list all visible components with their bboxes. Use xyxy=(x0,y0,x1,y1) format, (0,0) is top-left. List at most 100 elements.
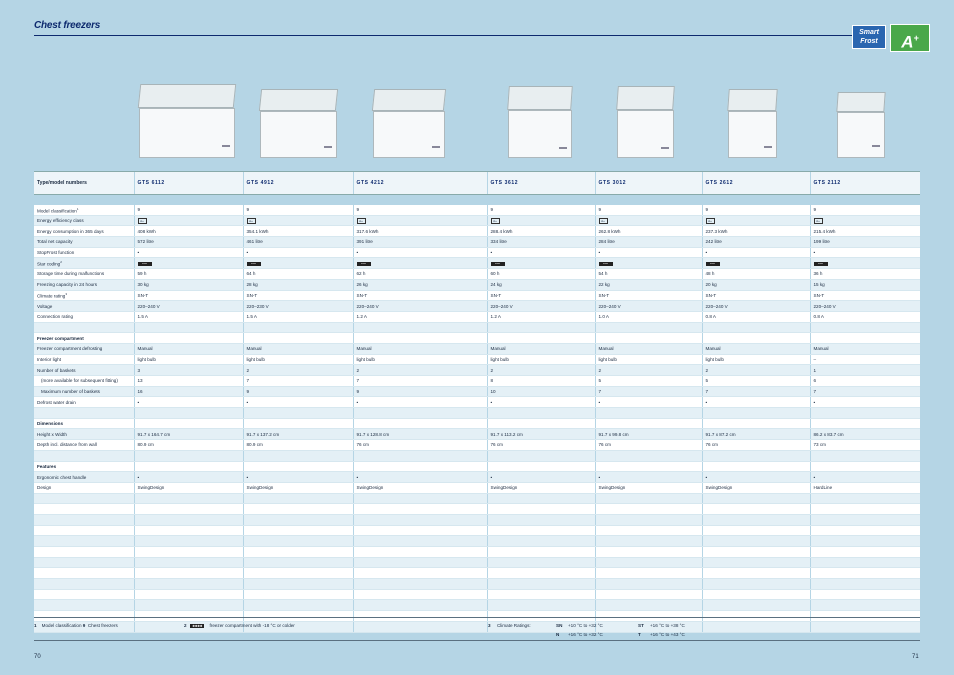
energy-class-icon: A+ xyxy=(705,217,715,224)
footer-rule-top xyxy=(34,617,920,618)
row-label-text: Climate rating xyxy=(37,293,66,299)
climate-code: T xyxy=(638,632,641,637)
cell-text: 7 xyxy=(598,389,602,395)
cell-value: 0.8 A xyxy=(701,311,810,323)
cell-text: 91.7 x 128.8 cm xyxy=(356,431,390,437)
cell-value: 461 litre xyxy=(242,236,353,248)
footnote-1-number: 1 xyxy=(34,623,37,628)
cell-value: 76 cm xyxy=(352,439,487,451)
cell-value: **** xyxy=(809,257,920,270)
row-label xyxy=(34,407,134,419)
title-rule xyxy=(34,35,860,36)
cell-value: 1.2 A xyxy=(486,311,595,323)
cell-value: SN-T xyxy=(352,290,487,302)
cell-text: 76 cm xyxy=(705,442,719,448)
cell-value: 26 kg xyxy=(352,279,487,291)
row-label: Maximum number of baskets xyxy=(34,386,134,398)
cell-text: • xyxy=(813,474,816,480)
table-row: Maximum number of baskets 16 9 9 10 7 7 7 xyxy=(34,386,920,398)
energy-class-icon: A+ xyxy=(598,217,608,224)
cell-text: SN-T xyxy=(490,292,502,298)
cell-value xyxy=(352,461,487,473)
cell-value: 2 xyxy=(701,364,810,376)
cell-value: 60 h xyxy=(486,268,595,280)
cell-value: 6 xyxy=(809,375,920,387)
cell-value: 30 kg xyxy=(133,279,243,291)
cell-value: 76 cm xyxy=(594,439,702,451)
table-row: Height x Width 91.7 x 164.7 cm 91.7 x 137.… xyxy=(34,428,920,441)
cell-value xyxy=(594,407,702,419)
table-row xyxy=(34,407,920,419)
row-label: Connection rating xyxy=(34,311,134,323)
cell-value: 5 xyxy=(701,375,810,387)
cell-value: • xyxy=(486,396,595,409)
cell-value: SwingDesign xyxy=(486,482,595,494)
row-label-text: Storage time during malfunctions xyxy=(37,271,105,277)
cell-value: 16 xyxy=(133,386,243,398)
cell-text: SwingDesign xyxy=(137,485,165,491)
cell-text: 54 h xyxy=(598,271,608,277)
cell-value: 2 xyxy=(352,364,487,376)
cell-text: • xyxy=(356,474,359,480)
cell-value xyxy=(486,450,595,462)
cell-value: 2 xyxy=(594,364,702,376)
cell-value xyxy=(133,461,243,473)
cell-text: 20 kg xyxy=(705,282,717,288)
row-label: Voltage xyxy=(34,300,134,312)
cell-value xyxy=(701,418,810,430)
climate-range: +10 °C to +32 °C xyxy=(568,623,603,628)
cell-value: 9 xyxy=(486,205,595,216)
row-label-text: Maximum number of baskets xyxy=(41,389,100,395)
smartfrost-logo-line2: Frost xyxy=(860,38,878,45)
empty-row xyxy=(34,493,920,505)
row-label-text: Energy efficiency class xyxy=(37,218,84,224)
climate-code: SN xyxy=(556,623,563,628)
row-label-text: Energy consumption in 365 days xyxy=(37,228,104,234)
table-row xyxy=(34,450,920,462)
cell-value: 1 xyxy=(809,364,920,376)
cell-value: 9 xyxy=(809,205,920,216)
footnote-1-text: Chest freezers xyxy=(87,623,118,628)
cell-text: 1.2 A xyxy=(356,314,367,320)
cell-value: 48 h xyxy=(701,268,810,280)
row-label-text: Ergonomic chest handle xyxy=(37,474,87,480)
cell-text: SN-T xyxy=(598,292,610,298)
cell-value: A+ xyxy=(486,215,595,227)
row-label-text: Height x Width xyxy=(37,431,67,437)
cell-value: • xyxy=(701,247,810,259)
cell-value: 288.4 kWh xyxy=(486,225,595,238)
row-label: Climate rating3 xyxy=(34,290,134,302)
table-row: Number of baskets 3 2 2 2 2 2 1 xyxy=(34,364,920,376)
star-coding-icon: **** xyxy=(356,261,371,266)
climate-range: +16 °C to +38 °C xyxy=(650,623,685,628)
table-row: Freezer compartment defrosting Manual Manu… xyxy=(34,343,920,355)
cell-value xyxy=(242,418,353,430)
table-row: Ergonomic chest handle • • • • • • • xyxy=(34,471,920,483)
cell-text: 220–230 V xyxy=(246,303,269,309)
cell-text: 9 xyxy=(356,389,360,395)
cell-text: SN-T xyxy=(705,292,717,298)
row-label: (more available for subsequent fitting) xyxy=(34,375,134,387)
row-label-footnote-ref: 2 xyxy=(60,260,62,265)
cell-value xyxy=(352,322,487,334)
cell-value: 1.5 A xyxy=(242,311,353,323)
footnote-2-number: 2 xyxy=(184,623,187,628)
cell-text: 80.9 cm xyxy=(246,442,263,448)
cell-value: A+ xyxy=(242,215,353,227)
cell-text: 220–240 V xyxy=(137,303,160,309)
row-label: Energy consumption in 365 days xyxy=(34,225,134,238)
cell-value: 76 cm xyxy=(486,439,595,451)
cell-value: 62 h xyxy=(352,268,487,280)
cell-value xyxy=(486,461,595,473)
empty-row xyxy=(34,599,920,612)
cell-value: 1.2 A xyxy=(352,311,487,323)
row-label-text: Depth incl. distance from wall xyxy=(37,442,97,448)
cell-text: 9 xyxy=(137,207,141,213)
cell-value xyxy=(809,332,920,344)
cell-text: light bulb xyxy=(598,356,617,362)
cell-value: 237.3 kWh xyxy=(701,225,810,238)
cell-value: – xyxy=(809,354,920,366)
cell-value xyxy=(594,461,702,473)
cell-value: 9 xyxy=(352,386,487,398)
cell-text: Manual xyxy=(598,346,614,352)
